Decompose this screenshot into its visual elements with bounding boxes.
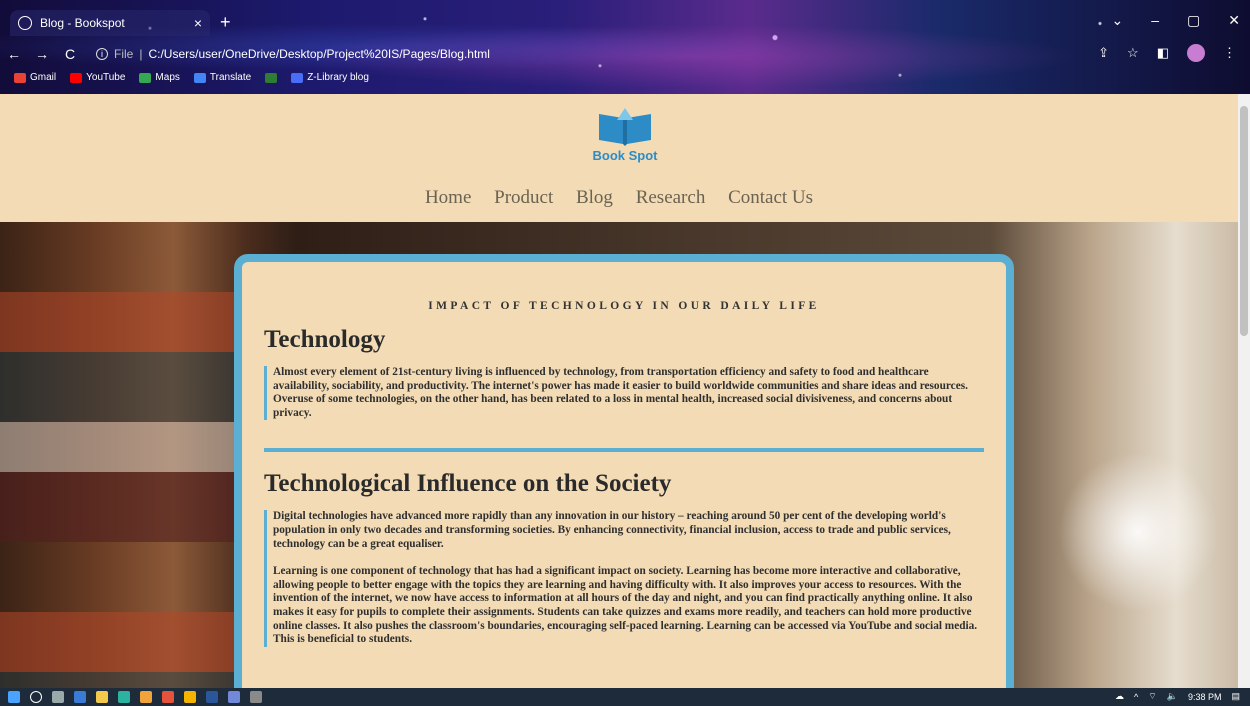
bookmark-translate[interactable]: Translate [193, 72, 251, 83]
avatar[interactable] [1187, 44, 1205, 62]
nav-product[interactable]: Product [494, 187, 553, 208]
site-logo[interactable]: Book Spot [587, 106, 663, 166]
taskbar: ☁ ^ ⌔ 🔈 9:38 PM ▤ [0, 688, 1250, 706]
browser-chrome: Blog - Bookspot × + ⌄ – ▢ ✕ ← → C i File… [0, 0, 1250, 94]
forward-icon[interactable]: → [28, 46, 56, 62]
bookmark-youtube[interactable]: YouTube [70, 72, 125, 83]
star-icon[interactable]: ☆ [1127, 45, 1139, 61]
section-divider [264, 448, 984, 453]
article-card: IMPACT OF TECHNOLOGY IN OUR DAILY LIFE T… [234, 254, 1014, 688]
app-icon[interactable] [184, 691, 196, 703]
gmail-icon [14, 72, 26, 83]
page-viewport: Book Spot Home Product Blog Research Con… [0, 94, 1238, 688]
url-text: C:/Users/user/OneDrive/Desktop/Project%2… [148, 47, 490, 61]
task-view-icon[interactable] [52, 691, 64, 703]
app-icon-2[interactable] [250, 691, 262, 703]
address-bar[interactable]: i File | C:/Users/user/OneDrive/Desktop/… [96, 44, 1106, 64]
nav-contact[interactable]: Contact Us [728, 187, 813, 208]
reload-icon[interactable]: C [56, 46, 84, 62]
bookmark-icon [265, 72, 278, 83]
system-tray: ☁ ^ ⌔ 🔈 9:38 PM ▤ [1115, 691, 1240, 702]
windows-start-icon[interactable] [8, 691, 20, 703]
books-photo [0, 222, 240, 688]
back-icon[interactable]: ← [0, 46, 28, 62]
window-controls: ⌄ – ▢ ✕ [1112, 12, 1241, 29]
article-kicker: IMPACT OF TECHNOLOGY IN OUR DAILY LIFE [428, 300, 820, 312]
paragraph: Almost every element of 21st-century liv… [273, 366, 968, 419]
discord-icon[interactable] [228, 691, 240, 703]
browser-tab[interactable]: Blog - Bookspot × [10, 10, 210, 36]
minimize-icon[interactable]: – [1151, 12, 1159, 29]
book-logo-icon [599, 108, 651, 146]
scrollbar-thumb[interactable] [1240, 106, 1248, 336]
section-text-influence: Digital technologies have advanced more … [264, 510, 984, 647]
office-icon[interactable] [162, 691, 174, 703]
chrome-icon[interactable] [140, 691, 152, 703]
share-icon[interactable]: ⇪ [1098, 45, 1109, 61]
translate-icon [193, 72, 206, 83]
notification-icon[interactable]: ▤ [1231, 691, 1240, 702]
chevron-up-icon[interactable]: ^ [1134, 692, 1138, 702]
youtube-icon [70, 72, 83, 83]
paragraph: Learning is one component of technology … [273, 565, 978, 646]
maps-icon [139, 72, 152, 83]
store-icon[interactable] [74, 691, 86, 703]
paragraph: Digital technologies have advanced more … [273, 510, 951, 550]
main-nav: Home Product Blog Research Contact Us [0, 187, 1238, 209]
nav-blog[interactable]: Blog [576, 187, 613, 208]
zlibrary-icon [291, 72, 304, 83]
network-icon[interactable]: ⌔ [1148, 691, 1156, 702]
bookmark-unnamed[interactable] [265, 72, 278, 83]
chevron-down-icon[interactable]: ⌄ [1112, 12, 1124, 29]
scrollbar[interactable] [1238, 94, 1250, 688]
volume-icon[interactable]: 🔈 [1167, 691, 1178, 702]
clock[interactable]: 9:38 PM [1188, 692, 1222, 702]
bookmark-maps[interactable]: Maps [139, 72, 180, 83]
word-icon[interactable] [206, 691, 218, 703]
logo-text: Book Spot [592, 148, 658, 163]
bookmark-gmail[interactable]: Gmail [14, 72, 56, 83]
bookmark-zlibrary[interactable]: Z-Library blog [291, 72, 369, 83]
nav-research[interactable]: Research [636, 187, 706, 208]
section-text-technology: Almost every element of 21st-century liv… [264, 366, 984, 421]
section-title-technology: Technology [264, 326, 386, 353]
tab-title: Blog - Bookspot [40, 16, 125, 30]
file-explorer-icon[interactable] [96, 691, 108, 703]
sidepanel-icon[interactable]: ◧ [1157, 45, 1169, 61]
toolbar-right: ⇪ ☆ ◧ ⋮ [1098, 44, 1236, 62]
menu-icon[interactable]: ⋮ [1223, 45, 1236, 61]
section-title-influence: Technological Influence on the Society [264, 470, 672, 498]
bookmarks-bar: Gmail YouTube Maps Translate Z-Library b… [14, 72, 369, 83]
info-icon[interactable]: i [96, 48, 108, 60]
url-prefix: File [114, 47, 134, 61]
site-header: Book Spot Home Product Blog Research Con… [0, 94, 1238, 222]
globe-icon [18, 16, 32, 30]
close-tab-icon[interactable]: × [194, 15, 202, 31]
edge-icon[interactable] [118, 691, 130, 703]
new-tab-button[interactable]: + [220, 12, 231, 33]
search-icon[interactable] [30, 691, 42, 703]
close-window-icon[interactable]: ✕ [1228, 12, 1240, 29]
weather-icon[interactable]: ☁ [1115, 691, 1124, 702]
bokeh-light [1058, 452, 1218, 612]
maximize-icon[interactable]: ▢ [1187, 12, 1200, 29]
nav-home[interactable]: Home [425, 187, 471, 208]
url-separator: | [139, 47, 143, 61]
